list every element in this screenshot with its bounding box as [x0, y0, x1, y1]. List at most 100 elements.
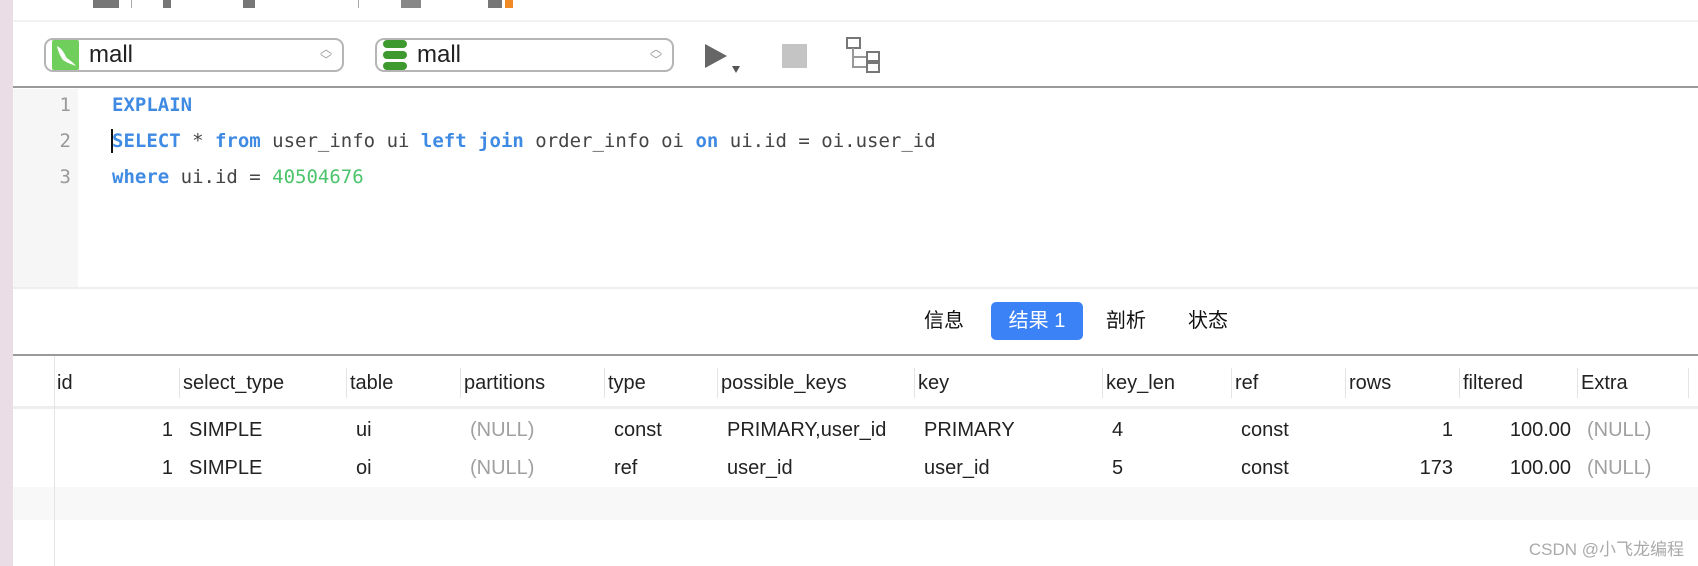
cell-type: ref [614, 457, 638, 479]
toolbar-icon[interactable] [163, 0, 171, 8]
column-separator[interactable] [914, 368, 915, 398]
top-toolbar [13, 0, 1698, 22]
chevron-updown-icon: ︿ ﹀ [319, 42, 332, 67]
toolbar-separator [358, 0, 359, 8]
cell-key: PRIMARY [924, 419, 1015, 441]
code-line: where ui.id = 40504676 [112, 166, 364, 188]
database-icon [383, 40, 407, 70]
cell-table: oi [356, 457, 372, 479]
code-line: EXPLAIN [112, 94, 192, 116]
watermark: CSDN @小飞龙编程 [1528, 540, 1684, 559]
tab-status[interactable]: 状态 [1180, 302, 1236, 340]
run-icon[interactable] [702, 42, 744, 76]
database-value: mall [417, 41, 462, 68]
tab-result-1[interactable]: 结果 1 [991, 302, 1083, 340]
column-separator[interactable] [1688, 368, 1689, 398]
cell-select-type: SIMPLE [189, 419, 263, 441]
toolbar-separator [131, 0, 132, 8]
column-separator[interactable] [1345, 368, 1346, 398]
sql-text: ui.id = [169, 166, 273, 188]
column-separator[interactable] [179, 368, 180, 398]
sql-keyword: where [112, 166, 170, 188]
cell-filtered: 100.00 [1509, 457, 1571, 479]
toolbar-icon[interactable] [401, 0, 421, 8]
database-select[interactable]: mall ︿ ﹀ [375, 38, 674, 72]
toolbar-icon[interactable] [243, 0, 255, 8]
cell-id: 1 [161, 419, 173, 441]
tab-info[interactable]: 信息 [916, 302, 972, 340]
sql-text: * [180, 130, 215, 152]
column-header-filtered[interactable]: filtered [1463, 372, 1523, 395]
cell-id: 1 [161, 457, 173, 479]
mysql-dolphin-icon [52, 40, 79, 70]
sql-keyword: on [695, 130, 719, 152]
stop-icon[interactable] [782, 44, 807, 68]
column-header-partitions[interactable]: partitions [464, 372, 545, 395]
line-gutter [13, 89, 78, 287]
sql-number: 40504676 [272, 166, 364, 188]
cell-rows: 173 [1419, 457, 1453, 479]
column-separator[interactable] [1459, 368, 1460, 398]
sql-text: order_info oi [523, 130, 696, 152]
connection-select[interactable]: mall ︿ ﹀ [44, 38, 344, 72]
cell-ref: const [1241, 457, 1289, 479]
sql-text: user_info ui [260, 130, 421, 152]
tab-profile[interactable]: 剖析 [1098, 302, 1154, 340]
column-header-extra[interactable]: Extra [1581, 372, 1628, 395]
line-number: 3 [59, 166, 71, 188]
cell-filtered: 100.00 [1509, 419, 1571, 441]
cell-partitions: (NULL) [470, 419, 535, 441]
row-header-border [54, 356, 55, 566]
toolbar-icon[interactable] [488, 0, 502, 8]
column-separator[interactable] [1577, 368, 1578, 398]
cell-table: ui [356, 419, 372, 441]
cell-rows: 1 [1441, 419, 1453, 441]
cell-extra: (NULL) [1587, 457, 1652, 479]
column-separator[interactable] [717, 368, 718, 398]
toolbar-icon[interactable] [505, 0, 513, 8]
cell-key: user_id [924, 457, 990, 479]
table-header: id select_type table partitions type possible… [13, 356, 1698, 409]
column-separator[interactable] [1102, 368, 1103, 398]
table-row[interactable]: 1 SIMPLE oi (NULL) ref user_id user_id 5 const 17… [13, 457, 1698, 491]
column-header-type[interactable]: type [608, 372, 646, 395]
connection-value: mall [89, 41, 134, 68]
explain-tree-icon[interactable] [845, 36, 885, 74]
cell-ref: const [1241, 419, 1289, 441]
column-header-ref[interactable]: ref [1235, 372, 1258, 395]
toolbar-icon[interactable] [93, 0, 119, 8]
column-header-select-type[interactable]: select_type [183, 372, 284, 395]
text-cursor [111, 129, 113, 153]
window-edge [0, 0, 13, 566]
column-separator[interactable] [604, 368, 605, 398]
line-number: 2 [59, 130, 71, 152]
cell-key-len: 4 [1112, 419, 1124, 441]
cell-select-type: SIMPLE [189, 457, 263, 479]
sql-keyword: SELECT [112, 130, 181, 152]
column-separator[interactable] [346, 368, 347, 398]
column-header-id[interactable]: id [57, 372, 73, 395]
empty-row [13, 487, 1698, 520]
column-header-key[interactable]: key [918, 372, 949, 395]
column-header-key-len[interactable]: key_len [1106, 372, 1175, 395]
cell-partitions: (NULL) [470, 457, 535, 479]
column-header-table[interactable]: table [350, 372, 393, 395]
toolbar-divider [13, 86, 1698, 88]
line-number: 1 [59, 94, 71, 116]
chevron-updown-icon: ︿ ﹀ [649, 42, 662, 67]
column-separator[interactable] [1231, 368, 1232, 398]
cell-possible-keys: PRIMARY,user_id [727, 419, 887, 441]
sql-keyword: from [214, 130, 261, 152]
column-separator[interactable] [460, 368, 461, 398]
code-line: SELECT * from user_info ui left join ord… [112, 130, 936, 152]
cell-key-len: 5 [1112, 457, 1124, 479]
column-header-rows[interactable]: rows [1349, 372, 1391, 395]
column-header-possible-keys[interactable]: possible_keys [721, 372, 847, 395]
cell-extra: (NULL) [1587, 419, 1652, 441]
sql-text: ui.id = oi.user_id [718, 130, 936, 152]
cell-possible-keys: user_id [727, 457, 793, 479]
sql-keyword: EXPLAIN [112, 94, 193, 116]
cell-type: const [614, 419, 662, 441]
table-row[interactable]: 1 SIMPLE ui (NULL) const PRIMARY,user_id PRIMA… [13, 419, 1698, 453]
sql-keyword: left join [420, 130, 524, 152]
